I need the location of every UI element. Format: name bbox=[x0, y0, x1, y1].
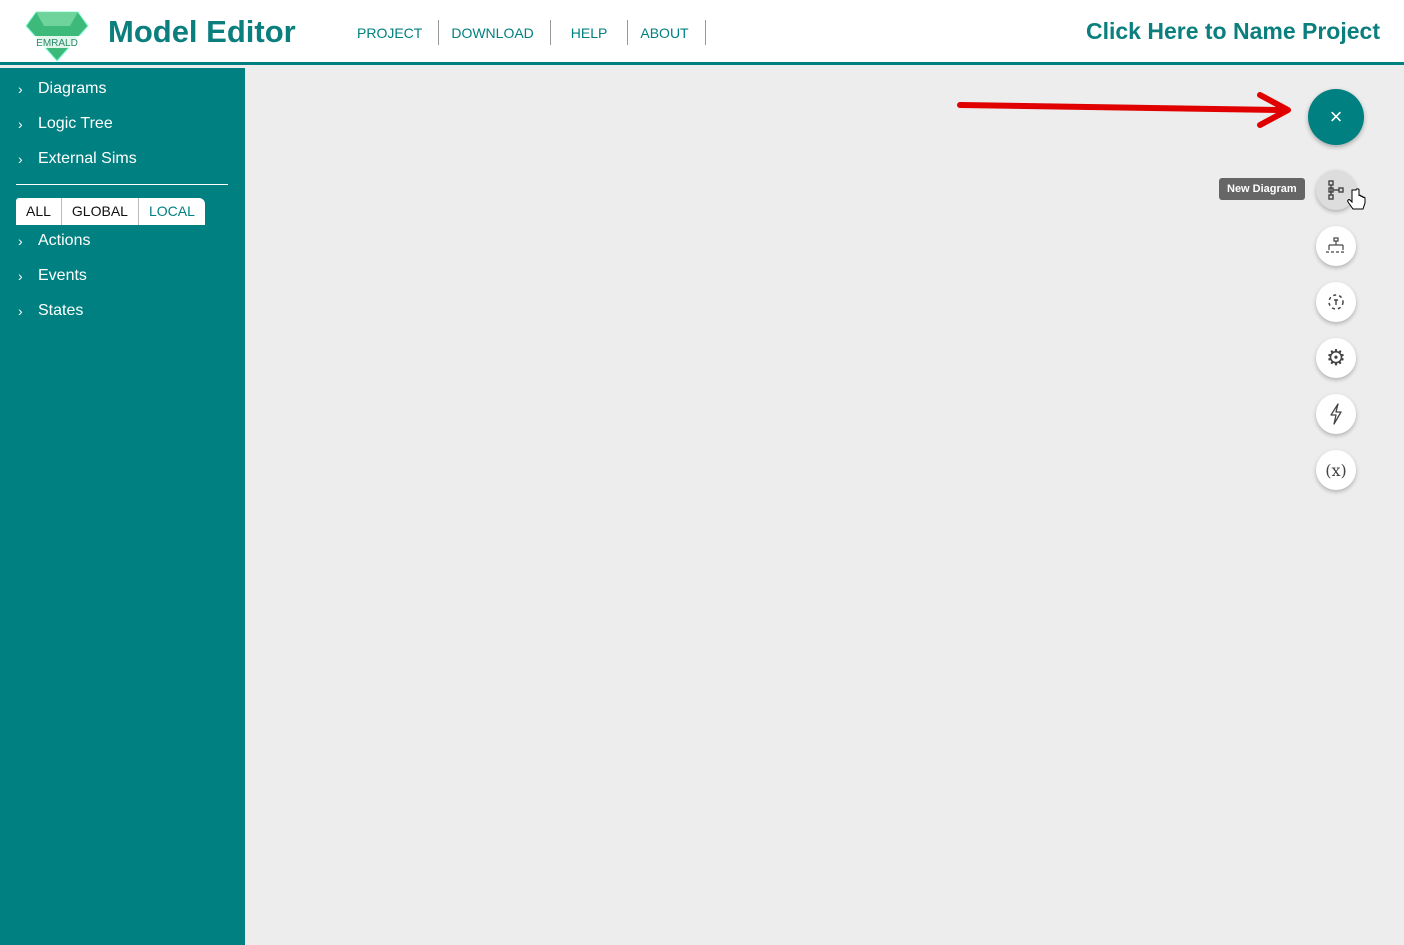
label: Events bbox=[38, 267, 87, 284]
emrald-logo: EMRALD bbox=[25, 11, 89, 62]
sidebar-item-logic-tree[interactable]: › Logic Tree bbox=[18, 115, 113, 133]
chevron-right-icon: › bbox=[18, 303, 23, 319]
gear-icon: ⚙ bbox=[1326, 345, 1346, 370]
sidebar-item-events[interactable]: › Events bbox=[18, 267, 87, 285]
sidebar: › Diagrams › Logic Tree › External Sims ALL… bbox=[0, 68, 245, 945]
nav-help[interactable]: HELP bbox=[551, 20, 629, 45]
project-name-button[interactable]: Click Here to Name Project bbox=[1086, 18, 1380, 45]
close-fab-button[interactable]: × bbox=[1308, 89, 1364, 145]
new-logic-tree-button[interactable] bbox=[1316, 226, 1356, 266]
label: States bbox=[38, 302, 84, 319]
filter-all[interactable]: ALL bbox=[16, 198, 61, 225]
red-arrow-annotation bbox=[957, 92, 1291, 128]
lightning-icon bbox=[1330, 403, 1342, 425]
logic-tree-icon bbox=[1326, 237, 1346, 253]
top-nav: PROJECT DOWNLOAD HELP ABOUT bbox=[345, 20, 706, 45]
sidebar-item-diagrams[interactable]: › Diagrams bbox=[18, 80, 106, 98]
nav-project[interactable]: PROJECT bbox=[345, 20, 440, 45]
label: Diagrams bbox=[38, 80, 107, 97]
label: Actions bbox=[38, 232, 91, 249]
sidebar-item-external-sims[interactable]: › External Sims bbox=[18, 150, 137, 168]
app-title: Model Editor bbox=[108, 14, 296, 49]
settings-button[interactable]: ⚙ bbox=[1316, 338, 1356, 378]
new-event-button[interactable] bbox=[1316, 394, 1356, 434]
chevron-right-icon: › bbox=[18, 116, 23, 132]
new-external-sim-button[interactable] bbox=[1316, 282, 1356, 322]
external-sim-icon bbox=[1328, 294, 1344, 310]
sidebar-item-states[interactable]: › States bbox=[18, 302, 83, 320]
nav-about[interactable]: ABOUT bbox=[628, 20, 706, 45]
sidebar-item-actions[interactable]: › Actions bbox=[18, 232, 90, 250]
variable-icon: (x) bbox=[1325, 460, 1347, 480]
header: EMRALD Model Editor PROJECT DOWNLOAD HEL… bbox=[0, 0, 1404, 65]
new-variable-button[interactable]: (x) bbox=[1316, 450, 1356, 490]
new-diagram-tooltip: New Diagram bbox=[1219, 178, 1305, 200]
chevron-right-icon: › bbox=[18, 81, 23, 97]
scope-filter: ALL GLOBAL LOCAL bbox=[16, 198, 205, 225]
chevron-right-icon: › bbox=[18, 233, 23, 249]
chevron-right-icon: › bbox=[18, 151, 23, 167]
filter-local[interactable]: LOCAL bbox=[137, 198, 205, 225]
label: External Sims bbox=[38, 150, 137, 167]
filter-global[interactable]: GLOBAL bbox=[60, 198, 138, 225]
divider bbox=[16, 184, 228, 185]
hand-cursor-icon bbox=[1347, 188, 1366, 210]
svg-text:EMRALD: EMRALD bbox=[36, 38, 78, 49]
chevron-right-icon: › bbox=[18, 268, 23, 284]
nav-download[interactable]: DOWNLOAD bbox=[439, 20, 551, 45]
label: Logic Tree bbox=[38, 115, 113, 132]
diagram-icon bbox=[1328, 180, 1344, 200]
